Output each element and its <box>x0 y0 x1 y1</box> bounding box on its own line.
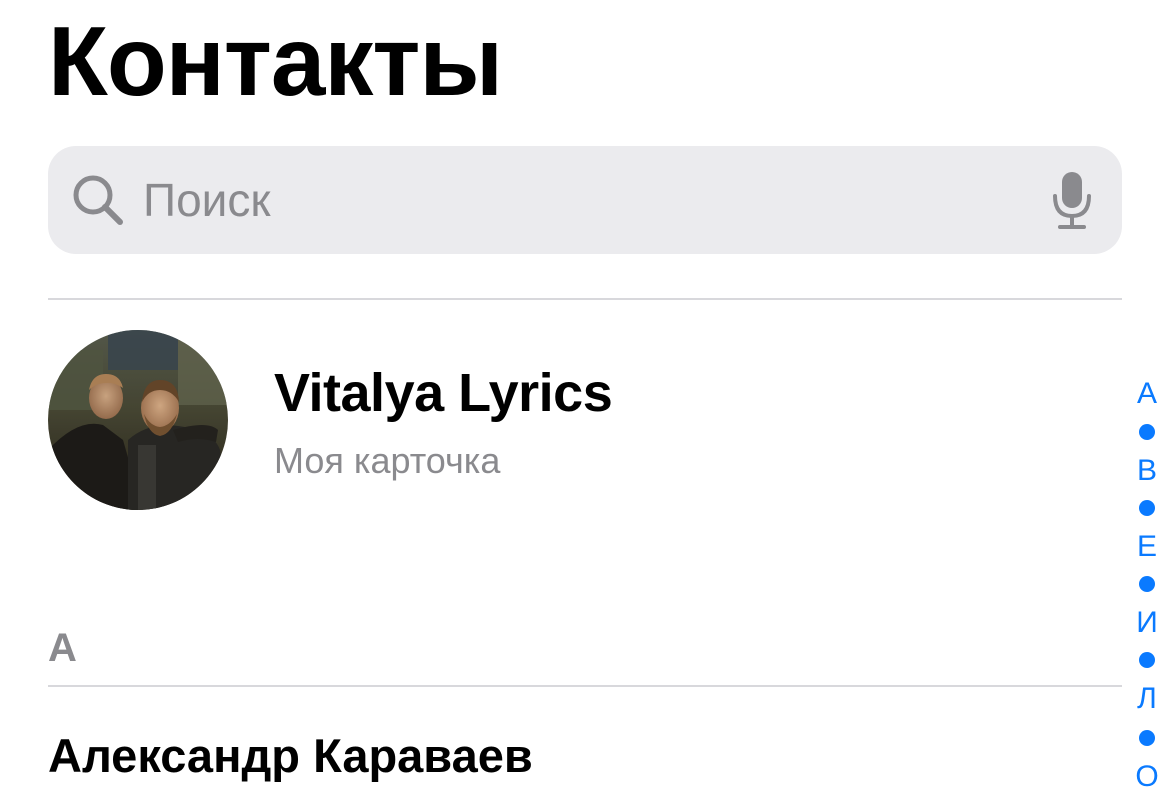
index-letter[interactable]: А <box>1126 377 1168 411</box>
microphone-icon[interactable] <box>1050 170 1094 232</box>
index-dot[interactable] <box>1139 730 1155 746</box>
search-input[interactable] <box>143 164 1003 236</box>
index-letter[interactable]: Е <box>1126 530 1168 564</box>
index-dot[interactable] <box>1139 652 1155 668</box>
contact-name: Александр Караваев <box>48 729 533 782</box>
section-header: А <box>48 626 77 670</box>
page-title: Контакты <box>48 6 503 116</box>
index-dot[interactable] <box>1139 500 1155 516</box>
avatar[interactable] <box>48 330 228 510</box>
section-index[interactable]: А В Е И Л О <box>1126 374 1168 804</box>
index-letter[interactable]: В <box>1126 454 1168 488</box>
search-bar[interactable] <box>48 146 1122 254</box>
index-dot[interactable] <box>1139 424 1155 440</box>
index-letter[interactable]: И <box>1126 606 1168 640</box>
my-card[interactable]: Vitalya Lyrics Моя карточка <box>48 330 1108 514</box>
my-card-name: Vitalya Lyrics <box>274 363 613 423</box>
divider <box>48 685 1122 687</box>
index-dot[interactable] <box>1139 576 1155 592</box>
index-letter[interactable]: О <box>1126 760 1168 794</box>
contact-row[interactable]: Александр Караваев <box>48 720 1108 800</box>
divider <box>48 298 1122 300</box>
index-letter[interactable]: Л <box>1126 682 1168 716</box>
my-card-subtitle: Моя карточка <box>274 440 501 481</box>
search-icon <box>73 175 123 225</box>
avatar-photo <box>48 330 228 510</box>
